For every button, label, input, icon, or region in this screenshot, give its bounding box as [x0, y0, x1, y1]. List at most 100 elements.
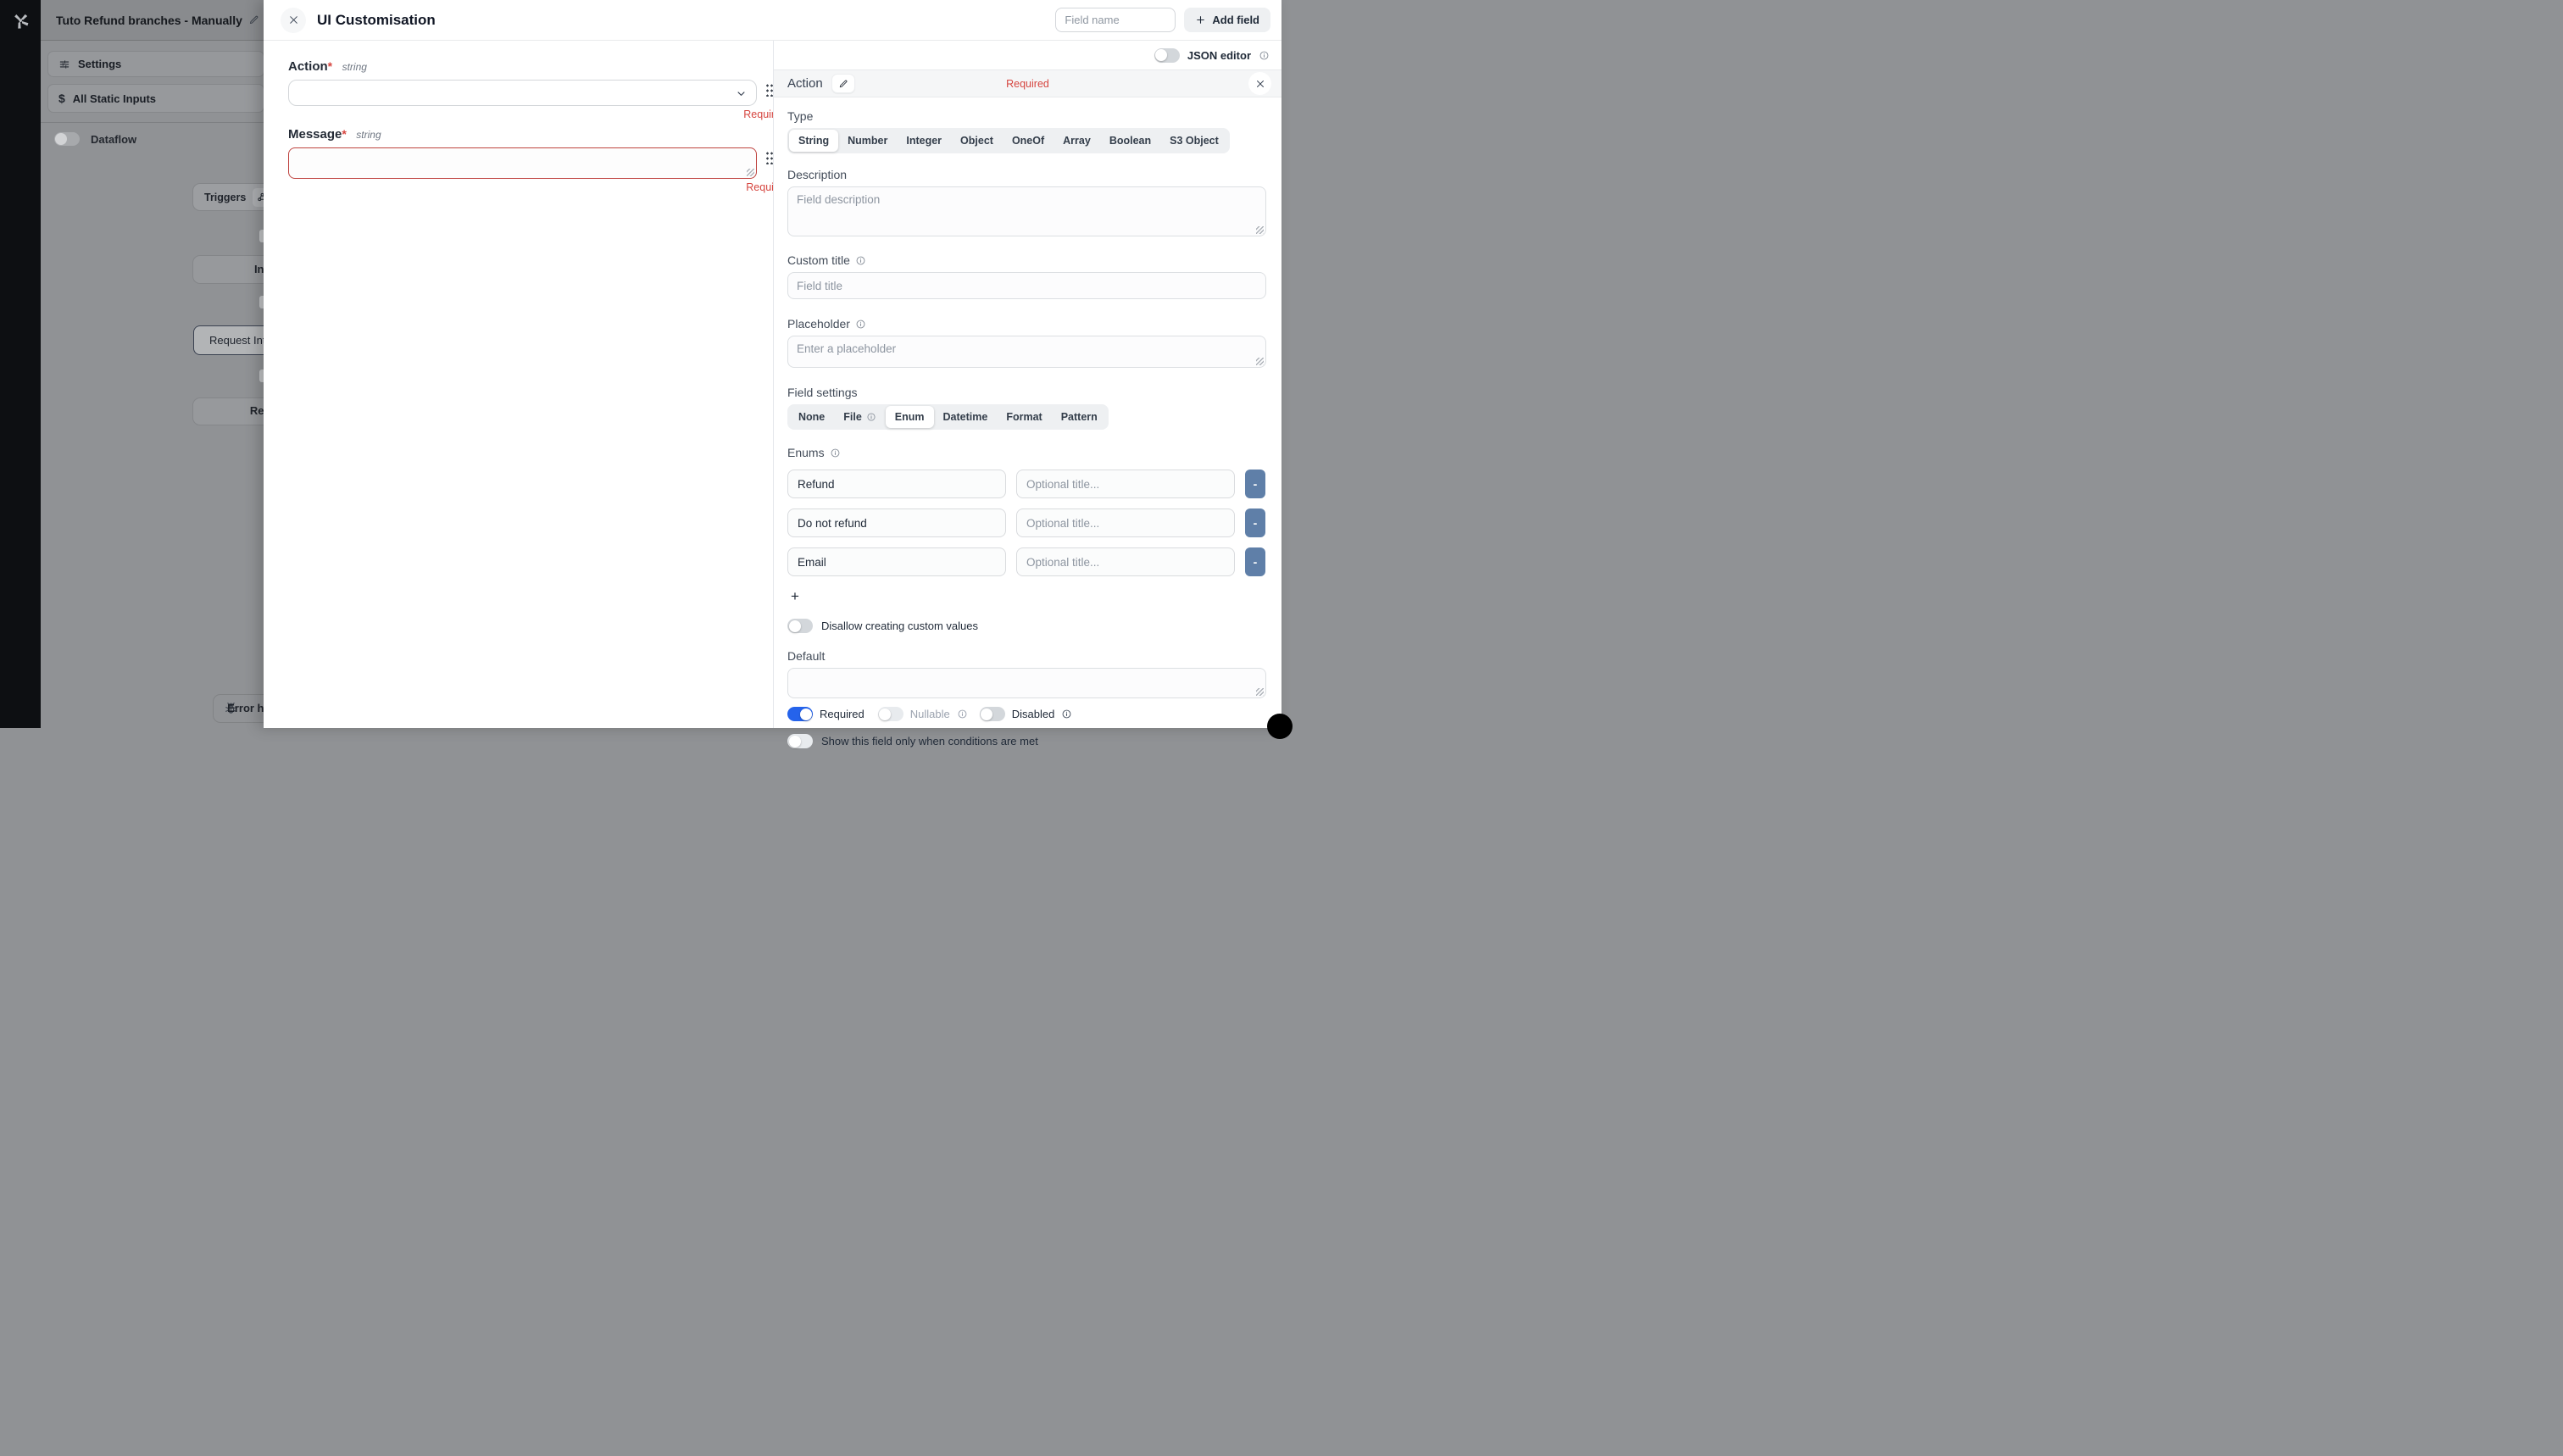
placeholder-textarea[interactable]: [788, 336, 1265, 367]
enum-value-input[interactable]: [787, 508, 1006, 537]
info-icon[interactable]: [957, 709, 968, 720]
ui-customisation-drawer: UI Customisation Add field Action* strin…: [264, 0, 1282, 728]
required-toggle[interactable]: [787, 707, 813, 721]
type-option-array[interactable]: Array: [1054, 130, 1100, 152]
error-node-label: Error h: [227, 702, 264, 714]
setting-option-datetime[interactable]: Datetime: [934, 406, 998, 428]
type-option-boolean[interactable]: Boolean: [1100, 130, 1160, 152]
result-node[interactable]: Re: [193, 398, 264, 425]
dataflow-toggle[interactable]: [54, 132, 80, 146]
resize-handle[interactable]: [1256, 688, 1264, 696]
edit-flow-title-pencil-icon[interactable]: [248, 14, 259, 25]
required-asterisk: *: [342, 127, 346, 141]
windmill-logo-icon[interactable]: [0, 0, 41, 41]
field-type-hint: string: [356, 129, 381, 141]
enum-value-input[interactable]: [787, 547, 1006, 576]
show-condition-toggle[interactable]: [787, 734, 813, 748]
all-static-inputs-label: All Static Inputs: [73, 92, 156, 105]
enum-title-input[interactable]: [1016, 547, 1235, 576]
type-option-s3object[interactable]: S3 Object: [1160, 130, 1228, 152]
default-textarea[interactable]: [788, 669, 1265, 697]
nullable-toggle[interactable]: [878, 707, 903, 721]
placeholder-field-wrap: [787, 336, 1266, 368]
custom-title-field-wrap: [787, 272, 1266, 299]
selected-field-name: Action: [787, 76, 823, 91]
resize-handle[interactable]: [747, 169, 754, 176]
type-option-number[interactable]: Number: [838, 130, 897, 152]
action-select[interactable]: [288, 80, 757, 106]
remove-enum-button[interactable]: -: [1245, 508, 1265, 537]
setting-option-format[interactable]: Format: [997, 406, 1051, 428]
triggers-label: Triggers: [204, 192, 246, 203]
corner-widget[interactable]: [1267, 714, 1293, 739]
enum-value-input[interactable]: [787, 470, 1006, 498]
windmill-flow-editor: $ ⚙ Tuto Refund branches - Manually Set: [0, 0, 1282, 728]
disallow-custom-toggle[interactable]: [787, 619, 813, 633]
add-field-label: Add field: [1212, 14, 1259, 26]
add-field-button[interactable]: Add field: [1184, 8, 1270, 32]
enum-row: -: [787, 547, 1266, 576]
field-flags-row: Required Nullable Disabled: [787, 707, 1266, 721]
editor-close-button[interactable]: [1248, 72, 1271, 95]
info-icon[interactable]: [1259, 50, 1270, 61]
drag-handle[interactable]: [765, 83, 773, 97]
flow-divider: [41, 122, 264, 123]
webhook-trigger-icon[interactable]: [253, 188, 264, 207]
validation-message: Required: [288, 181, 789, 193]
dollar-icon: $: [58, 92, 65, 105]
field-name-input[interactable]: [1055, 8, 1176, 32]
drawer-title: UI Customisation: [317, 12, 436, 29]
drag-handle[interactable]: [765, 151, 773, 164]
info-icon[interactable]: [830, 447, 841, 458]
message-textarea[interactable]: [288, 147, 757, 179]
enum-title-input[interactable]: [1016, 508, 1235, 537]
add-enum-button[interactable]: +: [787, 588, 803, 605]
type-label: Type: [787, 109, 1266, 123]
plus-icon: [1195, 14, 1206, 25]
json-editor-toggle[interactable]: [1154, 48, 1180, 63]
type-option-oneof[interactable]: OneOf: [1003, 130, 1054, 152]
field-type-hint: string: [342, 61, 367, 73]
error-handler-node[interactable]: Error h: [214, 695, 264, 722]
all-static-inputs-button[interactable]: $ All Static Inputs: [48, 85, 264, 112]
input-node[interactable]: In: [193, 256, 264, 283]
input-node-label: In: [254, 263, 264, 275]
rename-field-button[interactable]: [831, 74, 855, 93]
remove-enum-button[interactable]: -: [1245, 470, 1265, 498]
setting-option-file[interactable]: File: [834, 406, 886, 428]
sliders-icon: [58, 58, 70, 70]
field-editor-panel: JSON editor Action Required Type String …: [773, 41, 1282, 728]
drawer-close-button[interactable]: [281, 8, 306, 33]
resize-handle[interactable]: [1256, 226, 1264, 234]
type-option-string[interactable]: String: [789, 130, 838, 152]
show-condition-label: Show this field only when conditions are…: [821, 735, 1038, 747]
default-field-wrap: [787, 668, 1266, 698]
app-sidebar: [0, 0, 41, 728]
description-field-wrap: [787, 186, 1266, 236]
info-icon[interactable]: [1061, 709, 1072, 720]
custom-title-input[interactable]: [788, 273, 1265, 298]
description-textarea[interactable]: [788, 187, 1265, 236]
nullable-label: Nullable: [910, 708, 950, 720]
disabled-toggle[interactable]: [980, 707, 1005, 721]
setting-option-enum[interactable]: Enum: [886, 406, 934, 428]
setting-option-pattern[interactable]: Pattern: [1052, 406, 1107, 428]
setting-option-none[interactable]: None: [789, 406, 834, 428]
type-option-integer[interactable]: Integer: [897, 130, 951, 152]
selected-field-bar: Action Required: [774, 69, 1282, 97]
field-settings-label: Field settings: [787, 386, 1266, 399]
triggers-node[interactable]: Triggers: [193, 184, 264, 210]
action-field-label-row: Action* string: [288, 59, 773, 75]
flow-settings-button[interactable]: Settings: [48, 52, 264, 76]
json-editor-row: JSON editor: [774, 41, 1282, 69]
request-interactive-node[interactable]: Request Interactiv: [193, 325, 264, 355]
enum-title-input[interactable]: [1016, 470, 1235, 498]
info-icon[interactable]: [855, 255, 866, 266]
dataflow-row: Dataflow: [54, 132, 136, 146]
chevron-down-icon: [735, 87, 748, 100]
remove-enum-button[interactable]: -: [1245, 547, 1265, 576]
info-icon[interactable]: [855, 319, 866, 330]
result-node-label: Re: [250, 404, 264, 417]
resize-handle[interactable]: [1256, 358, 1264, 365]
type-option-object[interactable]: Object: [951, 130, 1003, 152]
